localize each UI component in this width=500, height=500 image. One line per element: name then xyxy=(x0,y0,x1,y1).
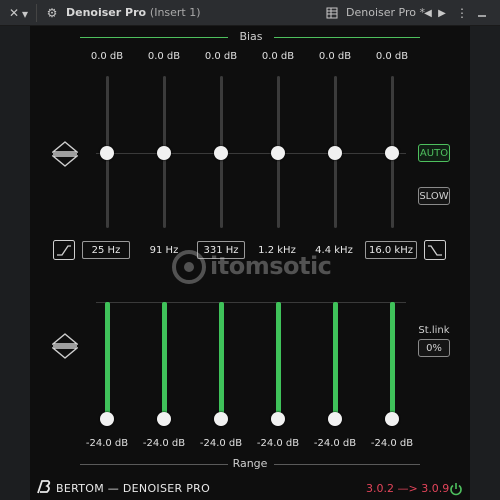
window-frame-right xyxy=(470,26,500,500)
range-slider-knob-6[interactable] xyxy=(385,412,399,426)
band-frequency-6[interactable]: 16.0 kHz xyxy=(365,241,417,259)
link-bias-icon[interactable] xyxy=(51,141,79,171)
window-title: Denoiser Pro (Insert 1) xyxy=(66,6,201,19)
options-menu-icon[interactable]: ⋮ xyxy=(454,5,470,21)
bias-value-1: 0.0 dB xyxy=(90,51,124,62)
range-top-line xyxy=(96,302,406,303)
preset-browser-icon[interactable] xyxy=(324,5,340,21)
range-value-3: -24.0 dB xyxy=(199,438,243,449)
bias-label: Bias xyxy=(239,30,263,43)
bias-zero-line xyxy=(96,153,406,154)
range-value-4: -24.0 dB xyxy=(256,438,300,449)
range-value-6: -24.0 dB xyxy=(370,438,414,449)
bias-slider-knob-3[interactable] xyxy=(214,146,228,160)
host-titlebar: ✕ ▾ ⚙ Denoiser Pro (Insert 1) Denoiser P… xyxy=(0,0,500,26)
bias-divider-left xyxy=(80,37,228,38)
next-preset-icon[interactable]: ▶ xyxy=(434,5,450,21)
bertom-logo-icon xyxy=(36,479,52,499)
band-frequency-1[interactable]: 25 Hz xyxy=(82,241,130,259)
version-update[interactable]: 3.0.2 —> 3.0.9 xyxy=(366,482,449,495)
high-shelf-icon[interactable] xyxy=(424,240,446,264)
low-shelf-icon[interactable] xyxy=(53,240,75,264)
window-frame-left xyxy=(0,26,30,500)
bias-slider-knob-6[interactable] xyxy=(385,146,399,160)
range-slider-fill-5 xyxy=(333,302,338,418)
range-value-5: -24.0 dB xyxy=(313,438,357,449)
auto-button[interactable]: AUTO xyxy=(418,144,450,162)
range-label: Range xyxy=(232,457,268,470)
range-slider-fill-2 xyxy=(162,302,167,418)
bias-value-2: 0.0 dB xyxy=(147,51,181,62)
stlink-label: St.link xyxy=(418,325,450,336)
bias-value-3: 0.0 dB xyxy=(204,51,238,62)
bias-slider-knob-2[interactable] xyxy=(157,146,171,160)
range-divider-left xyxy=(80,464,228,465)
bias-value-5: 0.0 dB xyxy=(318,51,352,62)
range-slider-fill-6 xyxy=(390,302,395,418)
range-slider-knob-3[interactable] xyxy=(214,412,228,426)
range-slider-fill-4 xyxy=(276,302,281,418)
range-slider-knob-4[interactable] xyxy=(271,412,285,426)
watermark-logo: itomsotic xyxy=(172,250,372,290)
range-slider-knob-5[interactable] xyxy=(328,412,342,426)
gear-icon[interactable]: ⚙ xyxy=(44,5,60,21)
range-slider-fill-3 xyxy=(219,302,224,418)
bias-slider-knob-4[interactable] xyxy=(271,146,285,160)
range-slider-fill-1 xyxy=(105,302,110,418)
bias-value-4: 0.0 dB xyxy=(261,51,295,62)
range-divider-right xyxy=(274,464,420,465)
preset-name[interactable]: Denoiser Pro * xyxy=(346,6,425,19)
link-range-icon[interactable] xyxy=(51,333,79,363)
range-value-2: -24.0 dB xyxy=(142,438,186,449)
bias-slider-knob-1[interactable] xyxy=(100,146,114,160)
minimize-icon[interactable] xyxy=(474,5,490,21)
plugin-name: Denoiser Pro xyxy=(66,6,147,19)
insert-slot: (Insert 1) xyxy=(149,6,201,19)
range-value-1: -24.0 dB xyxy=(85,438,129,449)
brand-name: BERTOM — DENOISER PRO xyxy=(56,482,211,495)
chevron-down-icon[interactable]: ▾ xyxy=(20,6,30,22)
bias-slider-knob-5[interactable] xyxy=(328,146,342,160)
bias-divider-right xyxy=(274,37,420,38)
power-icon[interactable] xyxy=(449,481,463,500)
bias-value-6: 0.0 dB xyxy=(375,51,409,62)
range-slider-knob-1[interactable] xyxy=(100,412,114,426)
slow-button[interactable]: SLOW xyxy=(418,187,450,205)
range-slider-knob-2[interactable] xyxy=(157,412,171,426)
stlink-value[interactable]: 0% xyxy=(418,339,450,357)
